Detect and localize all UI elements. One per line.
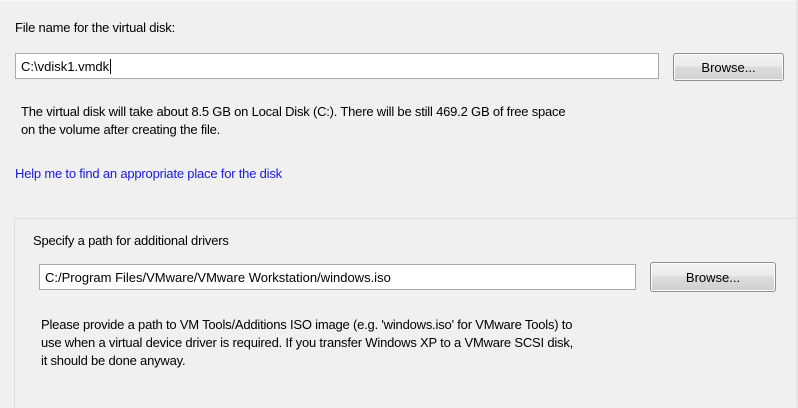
browse-disk-button[interactable]: Browse... bbox=[673, 53, 784, 81]
browse-drivers-button[interactable]: Browse... bbox=[650, 262, 776, 292]
drivers-path-value: C:/Program Files/VMware/VMware Workstati… bbox=[45, 269, 391, 285]
drivers-info-line-2: use when a virtual device driver is requ… bbox=[41, 335, 574, 350]
disk-space-info-line-1: The virtual disk will take about 8.5 GB … bbox=[21, 104, 566, 119]
drivers-path-input[interactable]: C:/Program Files/VMware/VMware Workstati… bbox=[39, 264, 636, 290]
drivers-info: Please provide a path to VM Tools/Additi… bbox=[41, 316, 573, 370]
drivers-group-title: Specify a path for additional drivers bbox=[33, 233, 229, 248]
browse-disk-button-label: Browse... bbox=[701, 59, 756, 75]
top-edge bbox=[0, 0, 798, 1]
browse-drivers-button-label: Browse... bbox=[685, 269, 741, 285]
text-caret bbox=[110, 58, 112, 74]
disk-space-info-line-2: on the volume after creating the file. bbox=[21, 122, 221, 137]
file-name-value: C:\vdisk1.vmdk bbox=[21, 58, 110, 74]
find-place-help-link[interactable]: Help me to find an appropriate place for… bbox=[15, 166, 282, 181]
file-name-input[interactable]: C:\vdisk1.vmdk bbox=[15, 53, 659, 79]
disk-space-info: The virtual disk will take about 8.5 GB … bbox=[21, 103, 566, 139]
virtual-disk-settings-panel: File name for the virtual disk: C:\vdisk… bbox=[0, 0, 798, 408]
file-name-label: File name for the virtual disk: bbox=[15, 20, 175, 35]
drivers-info-line-3: it should be done anyway. bbox=[41, 353, 186, 368]
drivers-info-line-1: Please provide a path to VM Tools/Additi… bbox=[41, 317, 573, 332]
